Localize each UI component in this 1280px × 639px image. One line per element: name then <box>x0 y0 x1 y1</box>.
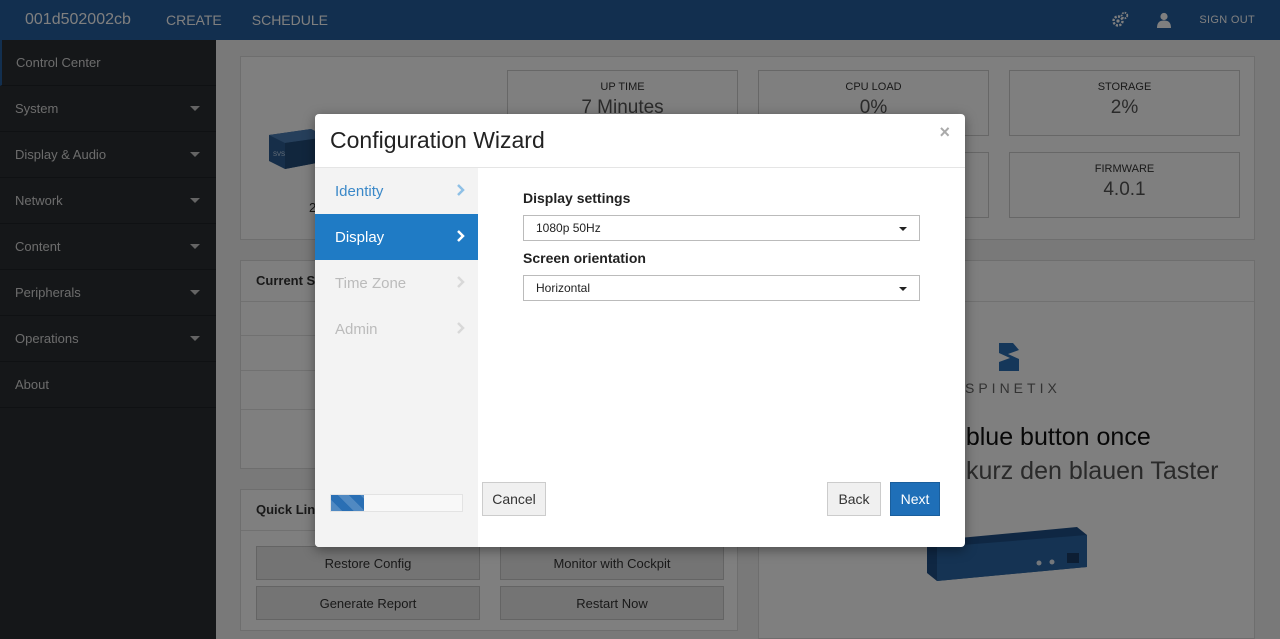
select-value: Horizontal <box>536 281 591 295</box>
next-button[interactable]: Next <box>890 482 940 516</box>
wizard-step-display[interactable]: Display <box>315 214 478 260</box>
display-settings-select[interactable]: 1080p 50Hz <box>523 215 920 241</box>
select-value: 1080p 50Hz <box>536 221 601 235</box>
wizard-step-label: Time Zone <box>335 274 407 292</box>
wizard-step-nav: Identity Display Time Zone Admin <box>315 168 478 547</box>
chevron-right-icon <box>457 230 465 242</box>
chevron-right-icon <box>457 322 465 334</box>
back-button[interactable]: Back <box>827 482 881 516</box>
wizard-content: Display settings 1080p 50Hz Screen orien… <box>478 168 965 547</box>
chevron-right-icon <box>457 184 465 196</box>
wizard-step-time-zone[interactable]: Time Zone <box>315 260 478 306</box>
caret-down-icon <box>899 287 907 291</box>
close-icon[interactable]: × <box>939 122 950 143</box>
screen-orientation-label: Screen orientation <box>523 250 646 266</box>
progress-fill <box>331 495 364 511</box>
caret-down-icon <box>899 227 907 231</box>
wizard-step-identity[interactable]: Identity <box>315 168 478 214</box>
configuration-wizard-modal: Configuration Wizard × Identity Display … <box>315 114 965 547</box>
display-settings-label: Display settings <box>523 190 631 206</box>
modal-header: Configuration Wizard × <box>315 114 965 168</box>
wizard-step-label: Display <box>335 228 385 246</box>
chevron-right-icon <box>457 276 465 288</box>
wizard-step-label: Admin <box>335 320 378 338</box>
screen-orientation-select[interactable]: Horizontal <box>523 275 920 301</box>
wizard-progress-bar <box>330 494 463 512</box>
wizard-step-label: Identity <box>335 182 384 200</box>
wizard-step-admin[interactable]: Admin <box>315 306 478 352</box>
cancel-button[interactable]: Cancel <box>482 482 546 516</box>
modal-title: Configuration Wizard <box>330 127 545 153</box>
